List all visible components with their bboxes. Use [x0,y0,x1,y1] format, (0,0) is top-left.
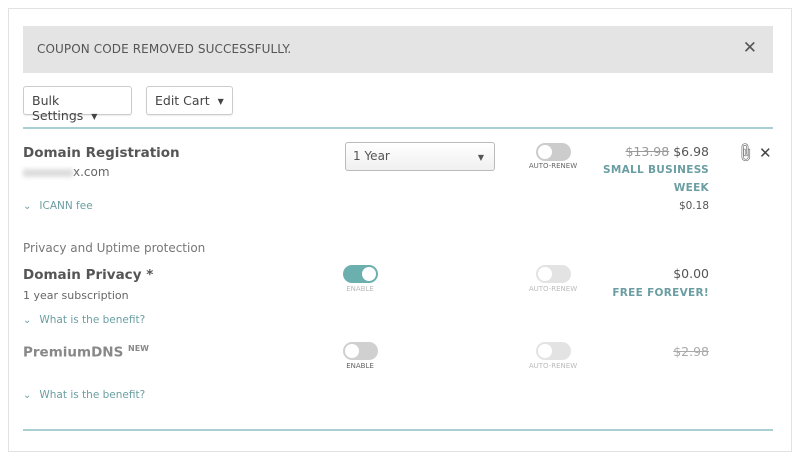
alert-banner: COUPON CODE REMOVED SUCCESSFULLY. ✕ [23,26,773,73]
benefit-label: What is the benefit? [39,389,146,401]
benefit-label: What is the benefit? [39,314,146,326]
toggle-knob [538,267,552,281]
domain-name: x.com [23,165,110,179]
auto-renew-toggle[interactable] [536,143,571,161]
section-heading: Privacy and Uptime protection [23,241,206,255]
premiumdns-name: PremiumDNS [23,344,124,361]
current-price: $6.98 [673,144,709,159]
bulk-settings-button[interactable]: Bulk Settings ▼ [23,86,132,123]
period-value: 1 Year [353,149,390,163]
close-icon[interactable]: ✕ [743,38,757,58]
toggle-knob [538,344,552,358]
privacy-benefit-link[interactable]: ⌄ What is the benefit? [23,314,145,326]
edit-cart-label: Edit Cart [155,93,210,108]
toggle-knob [362,267,376,281]
enable-privacy-toggle[interactable] [343,265,378,283]
promo-line2: WEEK [673,182,709,194]
alert-message: COUPON CODE REMOVED SUCCESSFULLY. [37,42,292,56]
domain-privacy-title: Domain Privacy * [23,267,154,283]
chevron-down-icon: ⌄ [23,201,32,212]
icann-fee-toggle[interactable]: ⌄ ICANN fee [23,200,93,212]
auto-renew-label: AUTO-RENEW [528,162,578,170]
privacy-price: $0.00 [673,266,709,281]
bulk-settings-label: Bulk Settings [32,93,84,123]
enable-label: ENABLE [346,362,374,370]
auto-renew-label: AUTO-RENEW [528,285,578,293]
icann-fee-label: ICANN fee [39,200,93,212]
domain-suffix: x.com [73,165,110,179]
premiumdns-price: $2.98 [673,344,709,359]
divider [23,127,773,129]
remove-item-icon[interactable]: ✕ [759,144,772,162]
enable-premiumdns-toggle[interactable] [343,342,378,360]
caret-down-icon: ▼ [91,112,98,121]
chevron-down-icon: ⌄ [23,315,32,326]
caret-down-icon: ▼ [217,97,224,106]
chevron-down-icon: ⌄ [23,390,32,401]
edit-cart-button[interactable]: Edit Cart ▼ [146,86,233,115]
divider [23,429,773,431]
auto-renew-toggle[interactable] [536,265,571,283]
period-select[interactable]: 1 Year ▼ [345,142,495,171]
domain-privacy-subtitle: 1 year subscription [23,289,129,302]
enable-label: ENABLE [346,285,374,293]
premiumdns-benefit-link[interactable]: ⌄ What is the benefit? [23,389,145,401]
domain-registration-title: Domain Registration [23,145,180,161]
new-badge: NEW [128,344,149,353]
auto-renew-toggle[interactable] [536,342,571,360]
original-price: $13.98 [625,144,670,159]
caret-down-icon: ▼ [477,153,484,162]
toggle-knob [345,344,359,358]
cart-panel [8,8,792,452]
price: $13.98 $6.98 [625,144,709,159]
blurred-domain [23,168,73,177]
toggle-knob [538,145,552,159]
promo-line1: SMALL BUSINESS [603,164,709,176]
privacy-promo: FREE FOREVER! [612,287,709,299]
auto-renew-label: AUTO-RENEW [528,362,578,370]
premiumdns-title: PremiumDNS NEW [23,344,149,361]
icann-price: $0.18 [678,200,709,212]
